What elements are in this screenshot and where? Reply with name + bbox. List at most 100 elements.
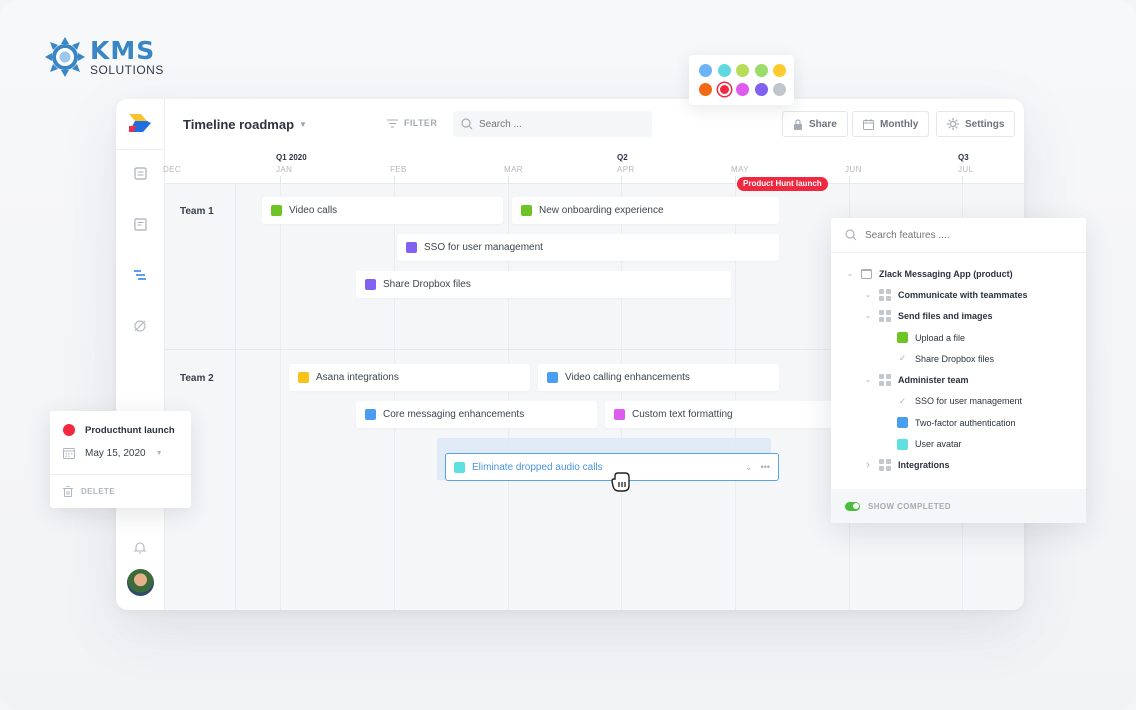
tree-node-label: Share Dropbox files [915, 353, 995, 364]
roadmap-title-dropdown[interactable]: Timeline roadmap ▼ [183, 117, 307, 132]
roadmap-item[interactable]: Video calling enhancements [538, 364, 779, 391]
milestone-badge[interactable]: Product Hunt launch [737, 177, 828, 191]
item-label: Custom text formatting [632, 409, 733, 420]
color-swatch [406, 242, 417, 253]
timeline-header: Q1 2020 Q2 Q3 DEC JAN FEB MAR APR MAY JU… [163, 149, 1024, 224]
tree-node-label: Zlack Messaging App (product) [879, 268, 1013, 279]
chevron-down-icon[interactable]: ⌄ [863, 290, 873, 298]
milestone-date-picker[interactable]: May 15, 2020 ▼ [63, 447, 163, 459]
share-label: Share [809, 118, 837, 130]
color-option[interactable] [736, 64, 749, 77]
item-label: Video calling enhancements [565, 372, 690, 383]
settings-label: Settings [965, 118, 1005, 130]
sun-logo-icon [45, 37, 85, 77]
roadmap-item[interactable]: New onboarding experience [512, 197, 779, 224]
monthly-button[interactable]: Monthly [852, 111, 930, 137]
tree-node[interactable]: › Integrations [831, 455, 1086, 476]
month-tick [849, 176, 850, 184]
color-option[interactable] [699, 64, 712, 77]
delete-button[interactable]: DELETE [63, 486, 115, 497]
tree-node[interactable]: ⌄ Administer team [831, 369, 1086, 390]
color-option[interactable] [754, 64, 768, 77]
tree-node[interactable]: Two-factor authentication [831, 412, 1086, 433]
brand-name: KMS [90, 36, 156, 65]
milestone-color-dot[interactable] [63, 424, 75, 436]
item-label: New onboarding experience [539, 205, 664, 216]
color-swatch [298, 372, 309, 383]
settings-button[interactable]: Settings [936, 111, 1016, 137]
document-icon[interactable] [133, 218, 147, 232]
card-divider [50, 474, 191, 475]
tree-node[interactable]: ✓ SSO for user management [831, 391, 1086, 412]
roadmap-icon[interactable] [133, 269, 147, 283]
color-option[interactable] [754, 82, 768, 96]
rail-divider [116, 149, 165, 150]
tree-node[interactable]: ⌄ Zlack Messaging App (product) [831, 263, 1086, 284]
feature-search-input[interactable] [865, 229, 997, 241]
color-option[interactable] [699, 82, 712, 96]
color-option[interactable] [773, 82, 786, 96]
color-option[interactable] [717, 82, 731, 96]
user-avatar[interactable] [127, 569, 154, 596]
roadmap-item[interactable]: SSO for user management [397, 234, 779, 261]
calendar-icon [863, 118, 874, 130]
team-column [165, 184, 236, 610]
color-palette-popup [689, 55, 794, 105]
app-logo-icon[interactable] [129, 114, 151, 132]
search-icon [461, 118, 473, 130]
month-label: MAY [731, 165, 749, 174]
month-label: JUL [958, 165, 974, 174]
grid-line [280, 184, 281, 610]
share-button[interactable]: Share [782, 111, 848, 137]
tree-node-label: Upload a file [915, 332, 966, 343]
show-completed-label: SHOW COMPLETED [868, 501, 951, 511]
roadmap-item[interactable]: Custom text formatting [605, 401, 835, 428]
roadmap-item[interactable]: Share Dropbox files [356, 271, 731, 298]
bell-icon[interactable] [133, 541, 147, 555]
chevron-right-icon[interactable]: › [863, 459, 873, 471]
tree-node-label: Communicate with teammates [898, 289, 1028, 300]
chevron-down-icon[interactable]: ⌄ [863, 376, 873, 384]
team-label: Team 1 [180, 206, 214, 217]
monthly-label: Monthly [880, 118, 919, 130]
color-option[interactable] [717, 64, 731, 77]
tree-node[interactable]: ⌄ Send files and images [831, 306, 1086, 327]
roadmap-item[interactable]: Asana integrations [289, 364, 530, 391]
tree-node[interactable]: User avatar [831, 433, 1086, 454]
color-option[interactable] [773, 64, 786, 77]
chevron-down-icon[interactable]: ⌄ [845, 269, 855, 277]
color-swatch [614, 409, 625, 420]
gear-icon [947, 118, 959, 130]
milestone-title[interactable]: Producthunt launch [85, 425, 175, 436]
tree-node[interactable]: ✓ Share Dropbox files [831, 348, 1086, 369]
chevron-down-icon[interactable]: ⌄ [745, 462, 753, 473]
kms-logo: KMS SOLUTIONS [44, 36, 164, 78]
chevron-down-icon: ▼ [155, 449, 163, 457]
tree-node[interactable]: ⌄ Communicate with teammates [831, 284, 1086, 305]
grab-cursor-icon [611, 472, 630, 492]
more-options-icon[interactable]: ••• [761, 462, 770, 473]
item-label: Video calls [289, 205, 338, 216]
inbox-icon[interactable] [133, 167, 147, 181]
tree-node-label: SSO for user management [915, 396, 1023, 407]
show-completed-toggle[interactable] [845, 501, 860, 511]
filter-icon [387, 119, 398, 127]
color-swatch [897, 417, 908, 429]
month-tick [280, 176, 281, 184]
tree-node-label: Integrations [898, 460, 950, 471]
item-label: Eliminate dropped audio calls [472, 461, 603, 473]
roadmap-item[interactable]: Video calls [262, 197, 503, 224]
brand-subtitle: SOLUTIONS [90, 63, 164, 77]
roadmap-item[interactable]: Core messaging enhancements [356, 401, 597, 428]
feature-group-icon [879, 459, 891, 472]
tree-node[interactable]: Upload a file [831, 327, 1086, 348]
hidden-icon[interactable] [133, 319, 147, 333]
search-input[interactable] [479, 118, 629, 130]
chevron-down-icon: ▼ [299, 120, 307, 129]
tree-node-label: User avatar [915, 439, 962, 450]
chevron-down-icon[interactable]: ⌄ [863, 312, 873, 320]
feature-search-box [831, 218, 1086, 253]
filter-button[interactable]: FILTER [387, 118, 437, 128]
color-option[interactable] [736, 82, 749, 96]
month-tick [962, 176, 963, 184]
